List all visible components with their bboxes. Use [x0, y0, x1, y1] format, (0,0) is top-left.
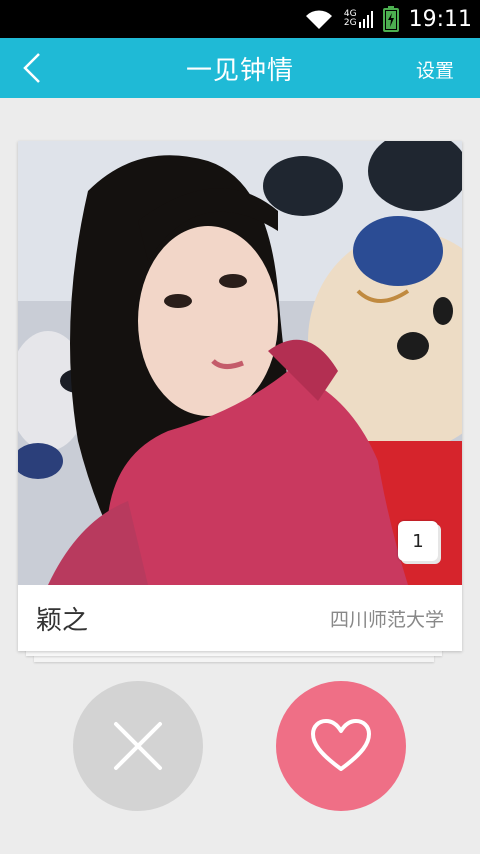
- close-icon: [114, 722, 162, 770]
- profile-school: 四川师范大学: [329, 608, 444, 631]
- status-bar: 4G 2G 19:11: [0, 0, 480, 38]
- card-footer: 颖之 四川师范大学: [18, 585, 462, 651]
- clock: 19:11: [408, 6, 472, 32]
- heart-icon: [311, 719, 371, 771]
- like-button[interactable]: [276, 681, 406, 811]
- battery-icon: [382, 6, 399, 32]
- app-bar: 一见钟情 设置: [0, 38, 480, 98]
- back-button[interactable]: [14, 50, 50, 86]
- network-type: 4G 2G: [344, 10, 357, 28]
- profile-name: 颖之: [36, 605, 89, 636]
- dislike-button[interactable]: [73, 681, 203, 811]
- photo-count-badge: 1: [398, 521, 438, 561]
- signal-icon: [358, 10, 373, 28]
- settings-button[interactable]: 设置: [416, 56, 454, 83]
- profile-photo[interactable]: 1: [18, 141, 462, 585]
- chevron-left-icon: [23, 53, 40, 83]
- page-title: 一见钟情: [185, 55, 294, 86]
- network-2g-label: 2G: [343, 18, 357, 28]
- wifi-icon: [304, 8, 334, 30]
- profile-card[interactable]: 1 颖之 四川师范大学: [18, 141, 462, 651]
